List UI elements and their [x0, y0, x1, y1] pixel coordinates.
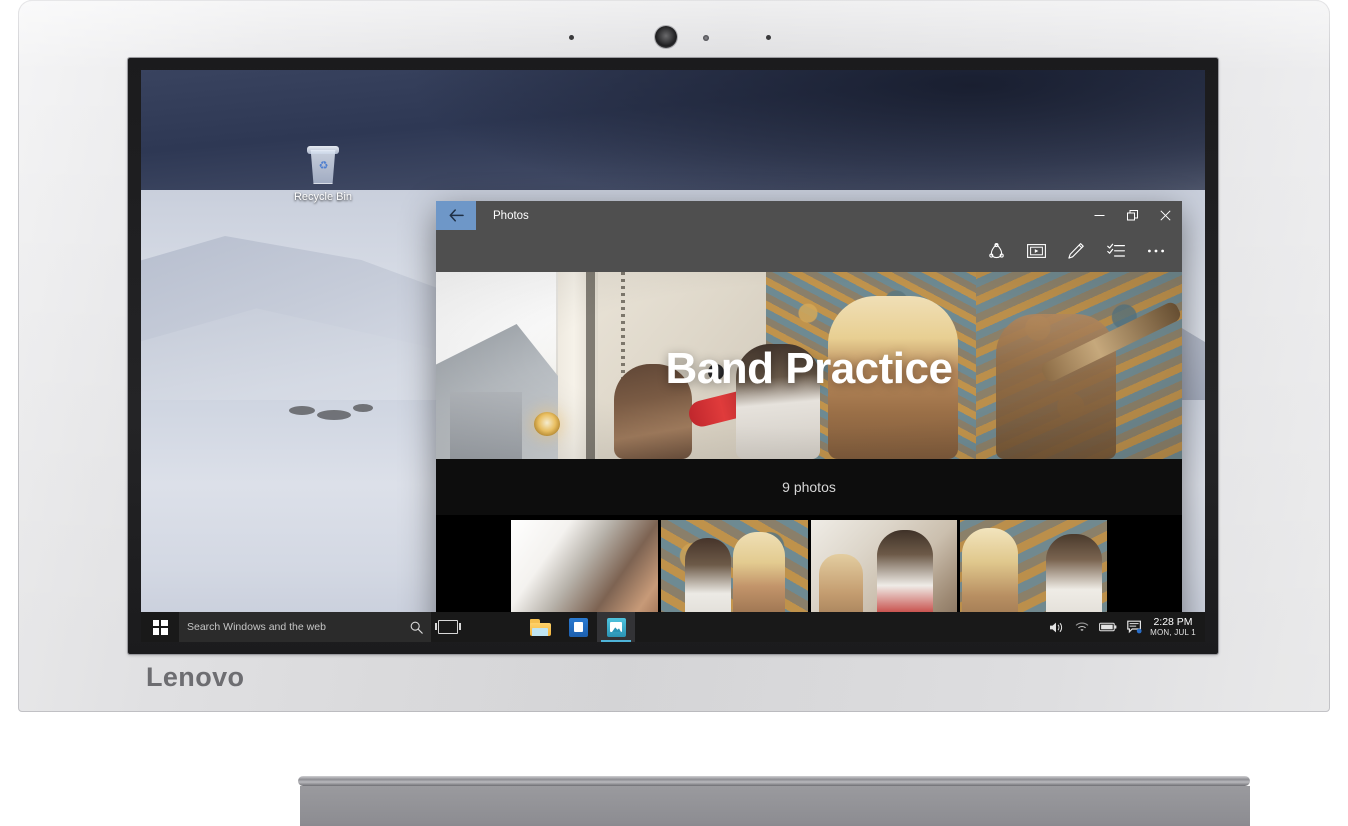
clock-time: 2:28 PM: [1153, 616, 1193, 629]
restore-icon: [1127, 210, 1138, 221]
album-title: Band Practice: [665, 344, 953, 394]
windows-start-icon: [152, 619, 168, 635]
wallpaper-rock: [317, 410, 351, 420]
wallpaper-rock: [289, 406, 315, 415]
wifi-icon: [1075, 622, 1088, 631]
select-button[interactable]: [1096, 231, 1136, 271]
search-icon: [410, 621, 423, 634]
action-center-icon: [1126, 620, 1142, 634]
laptop-hinge-area: [128, 712, 1218, 772]
volume-icon: [1049, 622, 1062, 632]
taskbar-app-store[interactable]: [559, 612, 597, 642]
minimize-icon: [1094, 215, 1105, 216]
taskbar: Search Windows and the web 2:28 PM MON, …: [141, 612, 1205, 642]
album-photo-count: 9 photos: [782, 479, 836, 495]
webcam-icon: [655, 26, 677, 48]
edit-button[interactable]: [1056, 231, 1096, 271]
back-arrow-icon: [449, 209, 464, 222]
edit-pencil-icon: [1068, 243, 1084, 259]
more-button[interactable]: [1136, 231, 1176, 271]
screenshot-root: ♻ Recycle Bin Photos Band Practice 9 pho…: [0, 0, 1348, 826]
task-view-button[interactable]: [431, 612, 465, 642]
folder-icon: [529, 618, 551, 636]
album-count-bar: 9 photos: [436, 459, 1182, 515]
taskbar-clock[interactable]: 2:28 PM MON, JUL 1: [1147, 616, 1201, 637]
store-bag-icon: [568, 617, 588, 637]
task-view-icon: [435, 620, 461, 634]
webcam-indicator-led: [703, 35, 709, 41]
taskbar-app-file-explorer[interactable]: [521, 612, 559, 642]
close-button[interactable]: [1149, 201, 1182, 230]
desktop-icon-label: Recycle Bin: [293, 191, 353, 203]
photos-window: Photos Band Practice 9 photos: [436, 201, 1182, 642]
microphone-hole-right: [766, 35, 771, 40]
restore-button[interactable]: [1116, 201, 1149, 230]
battery-icon: [1099, 622, 1117, 632]
taskbar-app-photos[interactable]: [597, 612, 635, 642]
recycle-bin-icon: ♻: [303, 144, 343, 188]
wallpaper-rock: [353, 404, 373, 412]
wifi-button[interactable]: [1069, 612, 1095, 642]
desktop-icon-recycle-bin[interactable]: ♻ Recycle Bin: [291, 144, 355, 204]
select-checklist-icon: [1107, 243, 1125, 257]
system-tray: 2:28 PM MON, JUL 1: [1043, 612, 1205, 642]
laptop-hinge-block: [300, 786, 1250, 826]
slideshow-icon: [1026, 244, 1046, 258]
laptop-hinge-bar: [298, 776, 1250, 786]
start-button[interactable]: [141, 612, 179, 642]
minimize-button[interactable]: [1083, 201, 1116, 230]
volume-button[interactable]: [1043, 612, 1069, 642]
taskbar-search-box[interactable]: Search Windows and the web: [179, 612, 431, 642]
back-button[interactable]: [436, 201, 476, 230]
action-center-button[interactable]: [1121, 612, 1147, 642]
share-button[interactable]: [976, 231, 1016, 271]
photos-titlebar: Photos: [436, 201, 1182, 230]
search-input[interactable]: Search Windows and the web: [187, 621, 410, 633]
battery-button[interactable]: [1095, 612, 1121, 642]
close-icon: [1160, 210, 1171, 221]
share-icon: [988, 243, 1004, 259]
more-ellipsis-icon: [1148, 249, 1164, 253]
microphone-hole-left: [569, 35, 574, 40]
photos-command-bar: [436, 230, 1182, 272]
brand-logo: Lenovo: [146, 662, 245, 692]
photos-icon: [606, 617, 626, 637]
slideshow-button[interactable]: [1016, 231, 1056, 271]
clock-date: MON, JUL 1: [1150, 628, 1196, 638]
app-title: Photos: [493, 209, 529, 222]
laptop-screen: ♻ Recycle Bin Photos Band Practice 9 pho…: [141, 70, 1205, 642]
window-controls: [1083, 201, 1182, 230]
album-hero-photo[interactable]: Band Practice: [436, 272, 1182, 459]
